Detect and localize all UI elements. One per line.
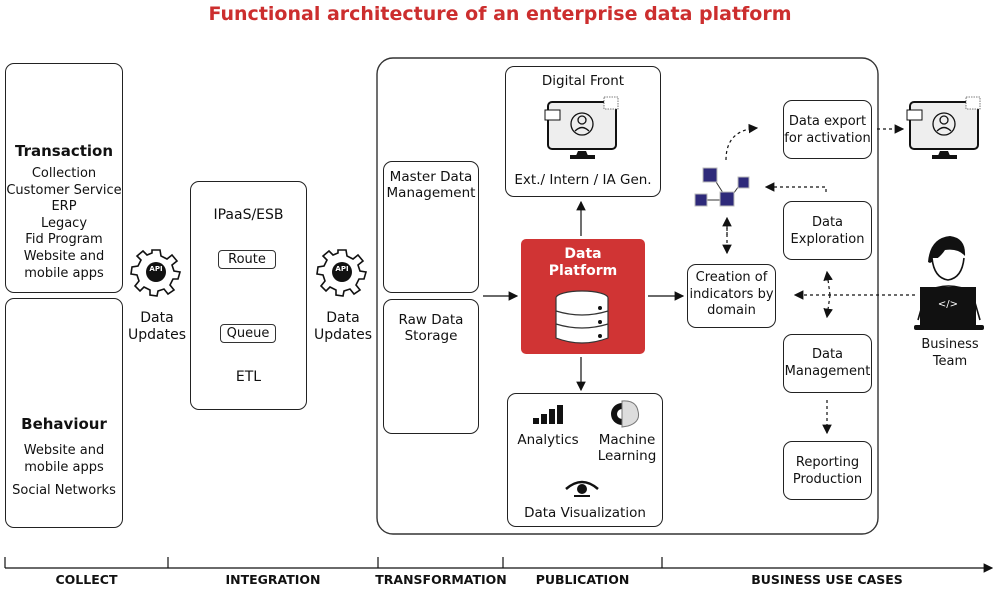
reporting-line: Production <box>792 471 863 487</box>
data-platform-label: Data Platform <box>521 246 645 280</box>
business-team-line: Team <box>932 353 968 369</box>
digital-front-subtitle: Ext./ Intern / IA Gen. <box>514 172 652 188</box>
behaviour-item: Website and <box>23 443 105 458</box>
data-export-line: for activation <box>784 130 871 146</box>
etl-label: ETL <box>235 369 262 385</box>
mdm-line: Master Data <box>389 169 473 185</box>
transaction-item: Collection <box>31 166 97 181</box>
arrow-graph-to-export <box>725 123 759 161</box>
business-team-label: Business Team <box>910 337 990 370</box>
data-updates-line: Data <box>326 310 360 326</box>
route-button[interactable]: Route <box>218 250 276 269</box>
dataviz-label: Data Visualization <box>524 505 646 521</box>
indicators-label: Creation of indicators by domain <box>687 270 776 320</box>
data-updates-line: Updates <box>128 326 186 343</box>
data-export-line: Data export <box>788 114 867 129</box>
transaction-item: Customer Service <box>6 182 122 198</box>
indicators-line: indicators by <box>689 286 774 302</box>
data-management-line: Management <box>784 363 871 379</box>
arrow-team-to-exploration <box>823 270 833 296</box>
behaviour-heading: Behaviour <box>21 415 107 433</box>
api-icon-text: API <box>335 265 349 273</box>
transaction-item: ERP <box>51 199 77 215</box>
ml-line: Learning <box>597 448 657 465</box>
api-icon-text: API <box>149 265 163 273</box>
phase-integration: INTEGRATION <box>225 572 321 587</box>
business-team-line: Business <box>921 337 979 352</box>
database-icon-platform <box>555 290 609 344</box>
raw-storage-label: Raw Data Storage <box>383 312 479 344</box>
behaviour-items: Website and mobile apps Social Networks <box>5 443 123 500</box>
mdm-label: Master Data Management <box>383 169 479 201</box>
behaviour-item: Social Networks <box>12 483 116 499</box>
data-updates-label: Data Updates <box>312 310 374 344</box>
transaction-item: Website and <box>23 248 105 264</box>
diagram-connectors <box>4 57 994 573</box>
data-exploration-label: Data Exploration <box>783 215 872 248</box>
phase-business-use-cases: BUSINESS USE CASES <box>751 572 903 587</box>
data-management-label: Data Management <box>783 347 872 380</box>
data-platform-line: Platform <box>548 262 618 279</box>
queue-button[interactable]: Queue <box>220 324 276 343</box>
business-person-laptop-icon <box>914 236 984 330</box>
transaction-item: mobile apps <box>24 265 104 281</box>
code-glyph: </> <box>937 299 959 310</box>
data-management-line: Data <box>811 347 844 362</box>
indicators-line: Creation of <box>695 270 768 285</box>
data-export-label: Data export for activation <box>783 114 872 147</box>
transaction-heading: Transaction <box>14 142 114 160</box>
reporting-label: Reporting Production <box>783 455 872 488</box>
data-exploration-line: Data <box>811 215 844 230</box>
transaction-items: Collection Customer Service ERP Legacy F… <box>5 166 123 282</box>
data-platform-line: Data <box>564 246 602 262</box>
raw-storage-line: Raw Data <box>398 312 464 328</box>
raw-storage-line: Storage <box>404 328 458 345</box>
behaviour-item: mobile apps <box>24 459 104 475</box>
data-updates-label: Data Updates <box>126 310 188 344</box>
network-graph-icon <box>694 167 750 207</box>
data-exploration-line: Exploration <box>790 231 865 247</box>
data-updates-line: Data <box>140 310 174 326</box>
arrow-team-to-management <box>823 294 833 319</box>
monitor-user-icon <box>906 96 981 159</box>
transaction-item: Legacy <box>40 215 88 231</box>
phase-collect: COLLECT <box>55 572 118 587</box>
ml-line: Machine <box>598 432 656 448</box>
phase-transformation: TRANSFORMATION <box>375 572 507 587</box>
reporting-line: Reporting <box>795 455 860 470</box>
data-updates-line: Updates <box>314 326 372 343</box>
ipaas-esb-label: IPaaS/ESB <box>213 207 284 223</box>
mdm-line: Management <box>386 185 476 202</box>
phase-publication: PUBLICATION <box>535 572 630 587</box>
ml-label: Machine Learning <box>592 432 662 464</box>
indicators-line: domain <box>707 303 756 318</box>
digital-front-title: Digital Front <box>541 73 625 89</box>
arrow-exploration-to-graph <box>764 182 827 192</box>
transaction-item: Fid Program <box>25 232 103 248</box>
analytics-label: Analytics <box>517 432 579 448</box>
